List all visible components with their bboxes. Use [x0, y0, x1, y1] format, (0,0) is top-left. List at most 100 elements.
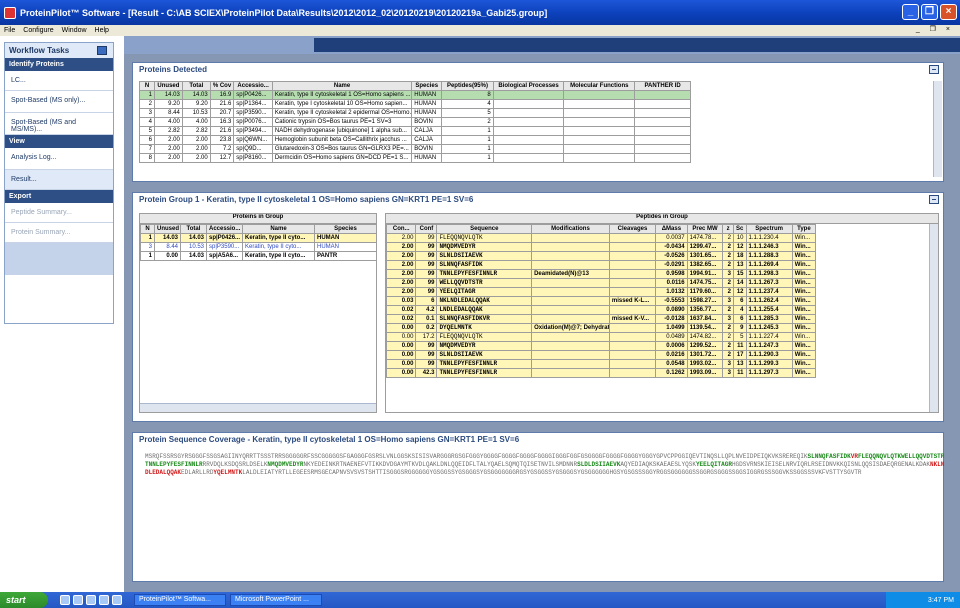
section-identify-proteins[interactable]: Identify Proteins	[5, 58, 113, 71]
task-powerpoint[interactable]: Microsoft PowerPoint ...	[230, 594, 322, 606]
table-row[interactable]: 2.00 99 WELLQQVDTSTR 0.0116 1474.75... 2 14 1.1…	[386, 278, 817, 288]
table-row[interactable]: 0.00 99 SLNLDSIIAEVK 0.0216 1301.72... 2 17 1.1…	[386, 350, 817, 360]
table-cell: 7	[139, 144, 155, 154]
quick-launch-app-icon[interactable]	[86, 595, 96, 605]
proteins-column-header[interactable]: N	[139, 81, 155, 91]
table-row[interactable]: 2.00 99 TNNLEPYFESFINNLR Deamidated(N)@13 0.…	[386, 269, 817, 279]
table-row[interactable]: 6 2.00 2.00 23.8 sp|Q6WN... Hemoglobin subuni…	[139, 135, 691, 145]
peptides-column-header[interactable]: Conf	[415, 224, 438, 234]
table-row[interactable]: 1 14.03 14.03 sp|P0426... Keratin, type II c…	[140, 233, 376, 243]
peptides-column-header[interactable]: Cleavages	[608, 224, 657, 234]
section-export[interactable]: Export	[5, 190, 113, 203]
group-proteins-column-header[interactable]: N	[140, 224, 155, 234]
peptides-column-header[interactable]: Type	[791, 224, 817, 234]
table-cell	[608, 332, 657, 342]
mdi-controls[interactable]: _ ❐ ×	[916, 25, 954, 33]
table-cell	[608, 269, 657, 279]
peptides-column-header[interactable]: Sequence	[436, 224, 533, 234]
table-row[interactable]: 0.00 42.3 TNNLEPYFESFINNLR 0.1262 1993.09...…	[386, 368, 817, 378]
table-row[interactable]: 0.03 6 NKLNDLEDALQQAK missed K-L... -0.5553 1…	[386, 296, 817, 306]
table-cell: WELLQQVDTSTR	[436, 278, 533, 288]
proteins-column-header[interactable]: % Cov	[209, 81, 235, 91]
task-result[interactable]: Result...	[5, 170, 113, 190]
group-proteins-column-header[interactable]: Accessio...	[206, 224, 243, 234]
table-cell: 1.1.1.267.3	[745, 278, 793, 288]
close-button[interactable]: ×	[940, 4, 957, 20]
table-cell: 1.1.1.288.3	[745, 251, 793, 261]
maximize-button[interactable]: ❐	[921, 4, 938, 20]
table-row[interactable]: 0.02 4.2 LNDLEDALQQAK 0.0890 1356.77... 2 4 1.1…	[386, 305, 817, 315]
peptides-column-header[interactable]: z	[722, 224, 734, 234]
task-spot-ms-msms[interactable]: Spot-Based (MS and MS/MS)...	[5, 113, 113, 135]
table-row[interactable]: 8 2.00 2.00 12.7 sp|P8160... Dermcidin OS=Hom…	[139, 153, 691, 163]
task-lc[interactable]: LC...	[5, 71, 113, 91]
task-peptide-summary[interactable]: Peptide Summary...	[5, 203, 113, 223]
table-cell	[563, 117, 636, 127]
minimize-panel-icon[interactable]	[929, 65, 939, 74]
table-cell: HUMAN	[314, 242, 376, 252]
menu-window[interactable]: Window	[58, 27, 91, 34]
group-proteins-column-header[interactable]: Total	[180, 224, 207, 234]
table-row[interactable]: 2 9.20 9.20 21.6 sp|P1364... Keratin, type I …	[139, 99, 691, 109]
start-button[interactable]: start	[0, 592, 48, 608]
menu-help[interactable]: Help	[91, 27, 113, 34]
table-row[interactable]: 0.000.2DYQELMNTKOxidation(M)@7; Dehydrat…	[386, 323, 817, 333]
table-cell: Hemoglobin subunit beta OS=Callithrix ja…	[271, 135, 413, 145]
table-row[interactable]: 2.00 99 FLEQQNQVLQTK 0.0037 1474.78... 2 10 1.1…	[386, 233, 817, 243]
quick-launch-app2-icon[interactable]	[99, 595, 109, 605]
group-proteins-column-header[interactable]: Unused	[154, 224, 181, 234]
peptides-column-header[interactable]: Sc	[732, 224, 747, 234]
peptides-column-header[interactable]: ΔMass	[655, 224, 688, 234]
table-row[interactable]: 3 8.44 10.53 sp|P3590... Keratin, type II cy…	[140, 242, 376, 252]
group-proteins-column-header[interactable]: Name	[242, 224, 315, 234]
peptides-column-header[interactable]: Spectrum	[745, 224, 793, 234]
table-row[interactable]: 1 14.03 14.03 16.9 sp|P0426... Keratin, type …	[139, 90, 691, 100]
panel-toggle-icon[interactable]	[97, 46, 107, 55]
task-analysis-log[interactable]: Analysis Log...	[5, 148, 113, 170]
proteins-column-header[interactable]: Accessio...	[233, 81, 273, 91]
section-view[interactable]: View	[5, 135, 113, 148]
task-spot-ms-only[interactable]: Spot-Based (MS only)...	[5, 91, 113, 113]
peptides-column-header[interactable]: Modifications	[531, 224, 610, 234]
table-row[interactable]: 7 2.00 2.00 7.2 sp|Q9D... Glutaredoxin-3 OS=B…	[139, 144, 691, 154]
proteins-in-group-hscroll[interactable]	[140, 403, 376, 412]
group-proteins-column-header[interactable]: Species	[314, 224, 376, 234]
proteins-column-header[interactable]: Unused	[154, 81, 183, 91]
minimize-button[interactable]: _	[902, 4, 919, 20]
menu-file[interactable]: File	[0, 27, 19, 34]
task-proteinpilot[interactable]: ProteinPilot™ Softwa...	[134, 594, 226, 606]
peptides-scrollbar[interactable]	[929, 224, 938, 412]
table-row[interactable]: 0.00 99 TNNLEPYFESFINNLR 0.0548 1993.02... 3 1…	[386, 359, 817, 369]
quick-launch-desktop-icon[interactable]	[73, 595, 83, 605]
table-row[interactable]: 2.00 99 NMQDMVEDYR -0.0434 1299.47... 2 12 1.1.…	[386, 242, 817, 252]
proteins-column-header[interactable]: PANTHER ID	[634, 81, 691, 91]
table-row[interactable]: 5 2.82 2.82 21.6 sp|P3494... NADH dehydrogena…	[139, 126, 691, 136]
task-protein-summary[interactable]: Protein Summary...	[5, 223, 113, 243]
table-cell	[492, 117, 565, 127]
minimize-panel-icon[interactable]	[929, 195, 939, 204]
peptides-column-header[interactable]: Prec MW	[686, 224, 724, 234]
proteins-column-header[interactable]: Biological Processes	[492, 81, 565, 91]
table-row[interactable]: 2.00 99 SLNLDSIIAEVK -0.0526 1301.65... 2 18 1.…	[386, 251, 817, 261]
table-cell: 14.03	[180, 233, 207, 243]
table-cell	[531, 260, 610, 270]
table-row[interactable]: 0.02 0.1 SLNNQFASFIDKVR missed K-V... -0.012…	[386, 314, 817, 324]
table-row[interactable]: 3 8.44 10.53 20.7 sp|P3590... Keratin, type I…	[139, 108, 691, 118]
table-row[interactable]: 4 4.00 4.00 16.3 sp|P0076... Cationic trypsin…	[139, 117, 691, 127]
table-row[interactable]: 1 0.00 14.03 sp|A5A6... Keratin, type II cyt…	[140, 251, 376, 261]
proteins-column-header[interactable]: Molecular Functions	[563, 81, 636, 91]
menu-configure[interactable]: Configure	[19, 27, 57, 34]
table-row[interactable]: 2.00 99 YEELQITAGR 1.0132 1179.60... 2 12 1.1.1…	[386, 287, 817, 297]
proteins-column-header[interactable]: Name	[271, 81, 413, 91]
proteins-column-header[interactable]: Species	[411, 81, 443, 91]
table-row[interactable]: 0.00 99 NMQDMVEDYR 0.0006 1299.52... 2 11 1.1.1…	[386, 341, 817, 351]
table-row[interactable]: 0.00 17.2 FLEQQNQVLQTK 0.0489 1474.82... 2 5 1.…	[386, 332, 817, 342]
table-cell: 2.82	[181, 126, 211, 136]
proteins-column-header[interactable]: Peptides(95%)	[441, 81, 494, 91]
table-row[interactable]: 2.00 99 SLNNQFASFIDK -0.0291 1382.65... 2 13 1.…	[386, 260, 817, 270]
proteins-scrollbar[interactable]	[933, 81, 942, 177]
quick-launch-app3-icon[interactable]	[112, 595, 122, 605]
quick-launch-ie-icon[interactable]	[60, 595, 70, 605]
proteins-column-header[interactable]: Total	[181, 81, 211, 91]
peptides-column-header[interactable]: Con...	[386, 224, 417, 234]
